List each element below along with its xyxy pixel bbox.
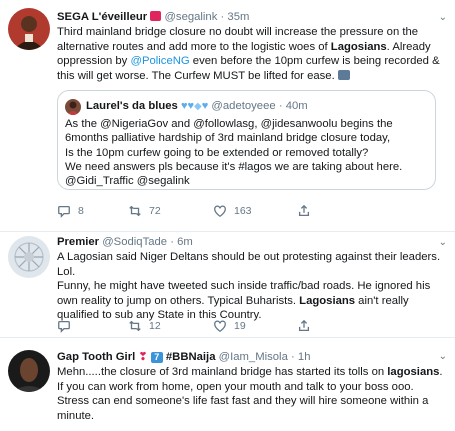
red-heart-exclamation-icon: ❣ — [138, 351, 148, 363]
text-fragment: . — [439, 366, 443, 378]
text-line: minute. — [57, 409, 95, 422]
retweet-count: 12 — [149, 320, 161, 332]
timestamp[interactable]: 6m — [177, 236, 193, 248]
text-fragment: this will get worse. The Curfew MUST be … — [57, 69, 335, 82]
separator: · — [220, 11, 225, 23]
avatar[interactable] — [8, 8, 50, 50]
tweet-text: Mehn.....the closure of 3rd mainland bri… — [57, 365, 447, 423]
quoted-timestamp: 40m — [285, 100, 308, 112]
retweet-icon — [129, 205, 141, 217]
text-line: own reality to jump on others. Typical B… — [57, 294, 447, 309]
heart-icon — [214, 205, 226, 218]
text-line: We need answers pls because it's #lagos … — [65, 160, 403, 173]
text-line: If you can work from home, open your mou… — [57, 380, 414, 393]
text-fragment: even before the 10pm curfew is being rec… — [189, 55, 440, 68]
quoted-tweet[interactable]: Laurel's da blues ♥♥◆♥ @adetoyeee · 40m … — [57, 90, 436, 190]
chevron-down-icon[interactable]: ⌄ — [439, 351, 447, 362]
handle[interactable]: @Iam_Misola — [219, 351, 288, 363]
highlighted-keyword: lagosians — [387, 366, 440, 378]
police-car-emoji-icon — [337, 69, 350, 80]
like-button[interactable]: 19 — [213, 318, 246, 334]
chevron-down-icon[interactable]: ⌄ — [439, 237, 447, 248]
highlighted-keyword: Lagosians — [330, 40, 387, 53]
tweet-feed: SEGA L'éveilleur @segalink · 35m Third m… — [0, 0, 455, 431]
text-line: Funny, he might have tweeted such inside… — [57, 280, 431, 293]
share-button[interactable] — [297, 318, 311, 334]
quoted-handle: @adetoyeee — [211, 100, 276, 112]
text-line: @Gidi_Traffic @segalink — [65, 175, 190, 188]
like-button[interactable]: 163 — [213, 203, 252, 219]
diamond-icon: ◆ — [194, 101, 202, 112]
tweet[interactable]: SEGA L'éveilleur @segalink · 35m Third m… — [0, 0, 455, 232]
avatar[interactable] — [8, 236, 50, 278]
text-line: Is the 10pm curfew going to be extended … — [65, 146, 369, 159]
reply-icon — [58, 205, 70, 218]
tweet-text: Third mainland bridge closure no doubt w… — [57, 25, 447, 83]
reply-count: 8 — [78, 205, 84, 217]
separator: · — [278, 100, 283, 112]
handle[interactable]: @SodiqTade — [102, 236, 167, 248]
text-line: A Lagosian said Niger Deltans should be … — [57, 251, 441, 263]
text-line: As the @NigeriaGov and @followlasg, @jid… — [65, 118, 393, 130]
retweet-button[interactable]: 72 — [128, 203, 161, 219]
text-fragment: own reality to jump on others. Typical B… — [57, 294, 300, 307]
text-line: Mehn.....the closure of 3rd mainland bri… — [57, 365, 447, 380]
quoted-display-name: Laurel's da blues — [86, 100, 178, 112]
tweet-text: A Lagosian said Niger Deltans should be … — [57, 250, 447, 323]
reply-button[interactable]: 8 — [57, 203, 84, 219]
text-line: this will get worse. The Curfew MUST be … — [57, 69, 447, 84]
reply-icon — [58, 320, 70, 333]
like-count: 19 — [234, 320, 246, 332]
text-fragment: Mehn.....the closure of 3rd mainland bri… — [57, 366, 388, 378]
chevron-down-icon[interactable]: ⌄ — [439, 12, 447, 23]
share-button[interactable] — [297, 203, 311, 219]
handle[interactable]: @segalink — [164, 11, 217, 23]
text-line: Third mainland bridge closure no doubt w… — [57, 26, 419, 38]
blue-heart-icon: ♥ — [201, 100, 209, 112]
text-fragment: oppression by — [57, 55, 131, 68]
quoted-text: As the @NigeriaGov and @followlasg, @jid… — [65, 117, 427, 188]
text-fragment: . Already — [386, 40, 431, 53]
like-count: 163 — [234, 205, 252, 217]
mention-link[interactable]: @PoliceNG — [130, 55, 189, 67]
retweet-button[interactable]: 12 — [128, 318, 161, 334]
display-name[interactable]: Gap Tooth Girl — [57, 351, 135, 363]
display-name[interactable]: SEGA L'éveilleur — [57, 11, 147, 23]
tweet[interactable]: Gap Tooth Girl ❣ 7 #BBNaija @Iam_Misola … — [0, 338, 455, 431]
reply-button[interactable] — [57, 318, 78, 334]
display-name[interactable]: Premier — [57, 236, 99, 248]
timestamp[interactable]: 1h — [298, 351, 311, 363]
text-line: alternative routes and add more to the l… — [57, 40, 447, 55]
siren-emoji-icon — [150, 11, 162, 21]
text-fragment: ain't really — [355, 294, 409, 307]
hashtag[interactable]: #BBNaija — [166, 351, 216, 363]
separator: · — [170, 236, 174, 248]
highlighted-keyword: Lagosians — [299, 294, 356, 307]
text-line: Lol. — [57, 265, 76, 278]
tweet[interactable]: Premier @SodiqTade · 6m A Lagosian said … — [0, 232, 455, 338]
text-fragment: alternative routes and add more to the l… — [57, 40, 331, 53]
text-line: 6months palliative hardship of 3rd mainl… — [65, 132, 391, 145]
tweet-actions: 12 19 — [57, 318, 357, 334]
timestamp[interactable]: 35m — [227, 11, 249, 23]
tweet-actions: 8 72 163 — [57, 203, 357, 219]
retweet-count: 72 — [149, 205, 161, 217]
share-icon — [298, 204, 310, 217]
heart-icon — [214, 320, 226, 333]
share-icon — [298, 319, 310, 332]
quoted-avatar — [65, 99, 81, 115]
retweet-icon — [129, 320, 141, 332]
separator: · — [291, 351, 295, 363]
text-line: oppression by @PoliceNG even before the … — [57, 54, 447, 69]
keycap-badge-icon: 7 — [150, 352, 163, 363]
text-line: Stress can end someone's life fast fast … — [57, 395, 429, 408]
avatar[interactable] — [8, 350, 50, 392]
